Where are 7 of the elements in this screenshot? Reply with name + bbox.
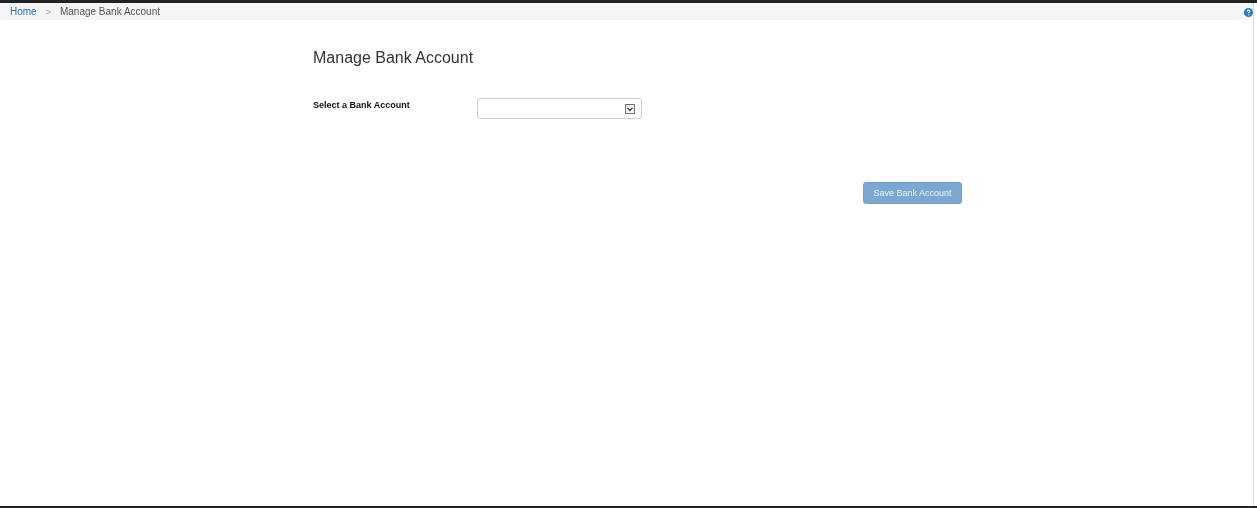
field-label: Select a Bank Account: [313, 99, 411, 110]
page-title: Manage Bank Account: [313, 49, 475, 67]
help-icon[interactable]: [1244, 8, 1253, 17]
breadcrumb-separator: >: [45, 6, 51, 17]
breadcrumb-link[interactable]: Home: [10, 6, 37, 17]
breadcrumb-current: Manage Bank Account: [59, 6, 161, 17]
dropdown-caret-icon: [625, 103, 635, 114]
